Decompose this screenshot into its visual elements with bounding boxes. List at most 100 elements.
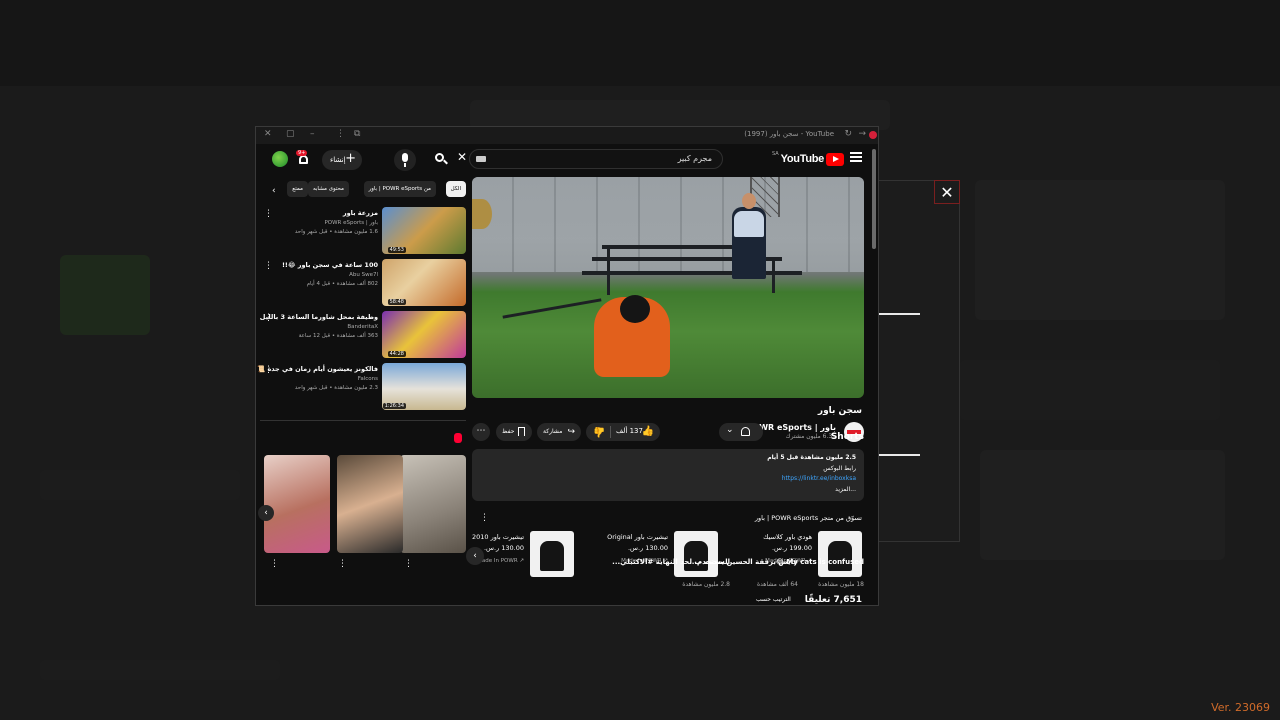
hamburger-menu-icon[interactable] — [850, 152, 862, 162]
more-actions-icon[interactable]: ⋯ — [472, 423, 490, 441]
more-vertical-icon[interactable]: ⋮ — [264, 209, 273, 219]
restore-window-icon[interactable]: ▢ — [286, 129, 295, 139]
more-vertical-icon[interactable]: ⋮ — [264, 313, 273, 323]
bell-icon — [299, 155, 308, 164]
chevron-down-icon: ⌄ — [726, 425, 734, 435]
more-vertical-icon[interactable]: ⋮ — [338, 559, 347, 569]
description-link[interactable]: https://linktr.ee/inboxksa — [782, 475, 856, 482]
thumbs-up-icon[interactable]: 👍 — [642, 426, 654, 437]
chip-fun[interactable]: ممتع — [287, 181, 308, 197]
product-price: 130.00 ر.س. — [627, 544, 668, 552]
more-vertical-icon[interactable]: ⋮ — [404, 559, 413, 569]
video-duration: 49:53 — [387, 247, 406, 253]
recommendation-item[interactable]: 1:26:34 فالكونز يعيشون أيام زمان في جدة … — [256, 363, 466, 411]
more-vertical-icon[interactable]: ⋮ — [270, 559, 279, 569]
product-image — [530, 531, 574, 577]
more-vertical-icon[interactable]: ⋮ — [264, 365, 273, 375]
notifications-button[interactable]: 9+ — [296, 150, 312, 168]
save-button[interactable]: حفظ — [496, 423, 532, 441]
description-stats: 2.5 مليون مشاهدة قبل 5 أيام — [767, 454, 856, 461]
rec-meta: 802 ألف مشاهدة • قبل 4 أيام — [306, 281, 378, 287]
tabs-icon[interactable]: ⧉ — [354, 129, 360, 139]
product-price: 199.00 ر.س. — [771, 544, 812, 552]
description-box[interactable]: 2.5 مليون مشاهدة قبل 5 أيام رابط البوكس … — [472, 449, 864, 501]
chip-related[interactable]: محتوى مشابه — [307, 181, 349, 197]
youtube-header: SA YouTube مجرم كبير ✕ إنشاء + 9+ — [256, 144, 878, 174]
like-dislike-button[interactable]: 👍 137 ألف 👍 — [586, 423, 660, 441]
sort-comments-button[interactable]: الترتيب حسب — [756, 596, 791, 603]
shorts-prev-chevron-icon[interactable]: ‹ — [258, 505, 274, 521]
rec-channel: BanderitaX — [347, 324, 378, 330]
keyboard-icon[interactable] — [476, 156, 486, 162]
youtube-play-icon — [826, 152, 844, 166]
clear-search-icon[interactable]: ✕ — [457, 150, 467, 164]
more-vertical-icon[interactable]: ⋮ — [336, 129, 345, 139]
rec-channel: باور | POWR eSports — [324, 220, 378, 226]
search-input[interactable]: مجرم كبير — [469, 149, 723, 169]
like-count: 137 ألف — [616, 427, 643, 435]
description-more[interactable]: ...المزيد — [835, 486, 856, 493]
video-duration: 58:48 — [387, 299, 406, 305]
recommendation-item[interactable]: 44:28 وظيفة بمحل شاورما الساعة 3 بالليل … — [256, 311, 466, 359]
comments-count: 7,651 تعليقًا — [804, 595, 862, 605]
product-name: تيشيرت باور Original — [607, 533, 668, 541]
recommendation-item[interactable]: 49:53 مزرعة باور باور | POWR eSports 1.6… — [256, 207, 466, 255]
store-more-icon[interactable]: ⋮ — [480, 513, 489, 523]
search-value: مجرم كبير — [677, 154, 712, 163]
more-vertical-icon[interactable]: ⋮ — [264, 261, 273, 271]
short-thumbnail[interactable] — [337, 455, 403, 553]
modal-close-button[interactable]: ✕ — [934, 180, 960, 204]
short-views: 64 ألف مشاهدة — [756, 581, 798, 588]
subscribed-button[interactable]: ⌄ — [719, 423, 763, 441]
forward-icon[interactable]: → — [858, 129, 866, 139]
video-player[interactable] — [472, 177, 864, 398]
chips-prev-chevron-icon[interactable]: ‹ — [272, 186, 276, 196]
search-button[interactable] — [426, 150, 454, 170]
recommendation-item[interactable]: 58:48 100 ساعة في سجن باور 😂!! Abu Swe7l… — [256, 259, 466, 307]
plus-icon: + — [345, 151, 356, 166]
product-card[interactable]: تيشيرت باور Original 130.00 ر.س. Made In… — [588, 531, 718, 579]
youtube-logo[interactable]: SA YouTube — [772, 151, 844, 166]
create-button[interactable]: إنشاء + — [322, 150, 362, 170]
product-card[interactable]: هودي باور كلاسيك 199.00 ر.س. Made In POW… — [732, 531, 862, 579]
youtube-popup-window: ✕ ▢ – ⋮ ⧉ YouTube - سجن باور (1997) ↻ → … — [255, 126, 879, 606]
chip-from-channel[interactable]: من POWR eSports | باور — [363, 181, 436, 197]
record-indicator-icon — [869, 131, 877, 139]
product-store: Made In POWR ↗ — [477, 558, 524, 564]
save-label: حفظ — [502, 428, 515, 435]
reload-icon[interactable]: ↻ — [844, 129, 852, 139]
description-text: رابط البوكس — [823, 465, 856, 472]
minimize-window-icon[interactable]: – — [310, 129, 315, 139]
shorts-icon — [454, 433, 462, 443]
short-views: 18 مليون مشاهدة — [818, 581, 864, 588]
rec-title: مزرعة باور — [342, 209, 378, 217]
window-titlebar: ✕ ▢ – ⋮ ⧉ YouTube - سجن باور (1997) ↻ → — [256, 127, 878, 144]
filter-chips: الكل من POWR eSports | باور محتوى مشابه … — [266, 181, 466, 197]
share-button[interactable]: مشاركة ↪ — [537, 423, 581, 441]
short-thumbnail[interactable] — [400, 455, 466, 553]
product-name: هودي باور كلاسيك — [763, 533, 812, 541]
video-duration: 44:28 — [387, 351, 406, 357]
youtube-logo-text: YouTube — [780, 153, 825, 165]
notification-badge: 9+ — [296, 150, 308, 156]
rec-meta: 1.6 مليون مشاهدة • قبل شهر واحد — [294, 229, 378, 235]
chip-all[interactable]: الكل — [445, 181, 466, 197]
rec-title: فالكونز يعيشون أيام زمان في جدة 📜 — [257, 365, 378, 373]
close-window-icon[interactable]: ✕ — [264, 129, 272, 139]
scrollbar[interactable] — [872, 149, 876, 249]
rec-meta: 2.3 مليون مشاهدة • قبل شهر واحد — [294, 385, 378, 391]
video-title: سجن باور — [817, 406, 862, 416]
short-thumbnail[interactable] — [264, 455, 330, 553]
window-title: YouTube - سجن باور (1997) — [744, 130, 834, 138]
version-label: Ver. 23069 — [1211, 701, 1270, 714]
share-label: مشاركة — [543, 428, 563, 435]
user-avatar[interactable] — [272, 151, 288, 167]
thumbs-down-icon[interactable]: 👍 — [593, 426, 605, 437]
product-image — [674, 531, 718, 577]
voice-search-mic-icon[interactable] — [394, 149, 416, 171]
shorts-heading: Shorts — [830, 432, 864, 442]
modal-divider — [878, 313, 920, 315]
subscriber-count: 6.35 مليون مشترك — [785, 433, 836, 440]
store-prev-chevron-icon[interactable]: ‹ — [466, 547, 484, 565]
bookmark-icon — [518, 427, 525, 436]
